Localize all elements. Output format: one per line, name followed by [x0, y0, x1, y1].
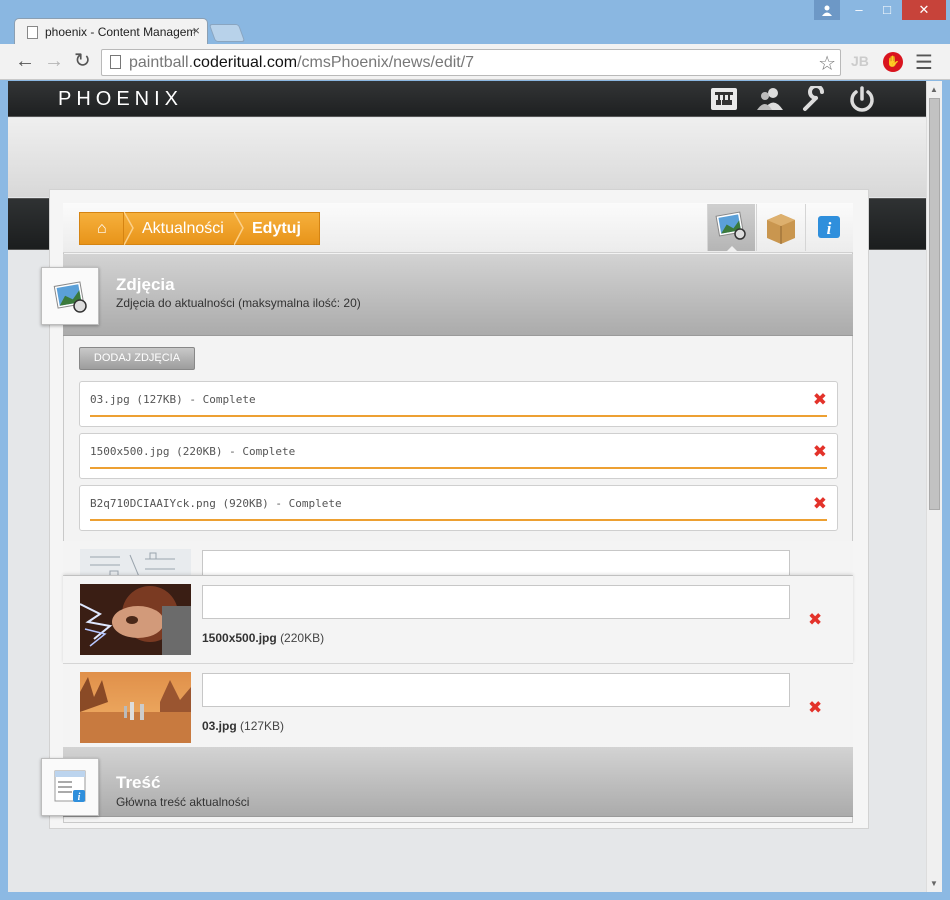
photos-section-subtitle: Zdjęcia do aktualności (maksymalna ilość…	[116, 296, 361, 310]
forward-arrow-icon[interactable]: →	[44, 51, 64, 71]
delete-photo-icon[interactable]: ✖	[808, 611, 822, 628]
scroll-up-arrow-icon[interactable]: ▲	[930, 85, 938, 94]
remove-upload-icon[interactable]: ✖	[813, 391, 827, 408]
info-icon: i	[818, 216, 840, 238]
tab-title: phoenix - Content Managem	[45, 25, 195, 39]
photo-file-name: 1500x500.jpg	[202, 631, 277, 645]
power-icon[interactable]	[848, 86, 876, 112]
gallery-item: 03.jpg (127KB) ✖	[63, 664, 853, 752]
photo-caption-input[interactable]	[202, 550, 790, 575]
upload-item: B2q710DCIAAIYck.png (920KB) - Complete ✖	[79, 485, 838, 531]
url-scheme: paintball.	[129, 54, 194, 71]
upload-item: 03.jpg (127KB) - Complete ✖	[79, 381, 838, 427]
breadcrumb-item-edit[interactable]: Edytuj	[234, 212, 320, 245]
upload-status: 03.jpg (127KB) - Complete	[90, 393, 256, 406]
reload-icon[interactable]: ↻	[74, 51, 91, 71]
top-navbar: PHOENIX	[8, 81, 926, 117]
user-profile-icon[interactable]	[814, 0, 840, 20]
page-icon	[110, 55, 121, 69]
breadcrumb-separator	[234, 212, 244, 245]
browser-tab[interactable]: phoenix - Content Managem ×	[14, 18, 208, 45]
photos-section-title: Zdjęcia	[116, 275, 175, 294]
scrollbar-thumb[interactable]	[929, 98, 940, 510]
window-frame	[0, 892, 950, 900]
back-arrow-icon[interactable]: ←	[15, 51, 35, 71]
content-section-subtitle: Główna treść aktualności	[116, 795, 250, 809]
minimize-button[interactable]: ‒	[845, 0, 873, 20]
remove-upload-icon[interactable]: ✖	[813, 443, 827, 460]
delete-photo-icon[interactable]: ✖	[808, 699, 822, 716]
maximize-button[interactable]: □	[873, 0, 901, 20]
tab-close-icon[interactable]: ×	[192, 23, 200, 38]
breadcrumb-home[interactable]: ⌂	[79, 212, 124, 245]
address-bar[interactable]: paintball.coderitual.com/cmsPhoenix/news…	[101, 49, 841, 76]
gallery-item-dragging[interactable]	[63, 541, 853, 576]
photo-file-name: 03.jpg	[202, 719, 237, 733]
scroll-down-arrow-icon[interactable]: ▼	[930, 879, 938, 888]
svg-text:i: i	[78, 792, 81, 803]
sitemap-icon[interactable]	[710, 86, 738, 112]
jb-extension-icon[interactable]: JB	[851, 53, 869, 69]
breadcrumb-item-news[interactable]: Aktualności	[124, 212, 234, 245]
active-tab-pointer	[726, 246, 738, 252]
remove-upload-icon[interactable]: ✖	[813, 495, 827, 512]
header-spacer	[8, 118, 926, 197]
adblock-extension-icon[interactable]: ✋	[883, 52, 903, 72]
bookmark-star-icon[interactable]: ☆	[818, 51, 836, 76]
window-titlebar: phoenix - Content Managem × ‒ □ ✕	[0, 0, 950, 45]
close-window-button[interactable]: ✕	[902, 0, 946, 20]
photo-thumbnail[interactable]	[80, 672, 191, 743]
photo-caption-input[interactable]	[202, 673, 790, 707]
add-photos-button[interactable]: DODAJ ZDJĘCIA	[79, 347, 195, 370]
phoenix-logo[interactable]: PHOENIX	[58, 88, 183, 111]
photo-file-label: 03.jpg (127KB)	[202, 719, 284, 733]
svg-text:i: i	[827, 219, 832, 238]
upload-progress-bar	[90, 467, 827, 469]
tab-gallery[interactable]	[707, 204, 755, 251]
tab-attachments[interactable]	[756, 204, 804, 251]
photos-section-header[interactable]	[63, 254, 853, 336]
content-section-title: Treść	[116, 773, 161, 792]
photo-caption-input[interactable]	[202, 585, 790, 619]
breadcrumb-separator	[124, 212, 134, 245]
browser-toolbar: ← → ↻ paintball.coderitual.com/cmsPhoeni…	[0, 44, 950, 80]
gallery-tab-icon	[715, 211, 746, 240]
upload-progress-bar	[90, 519, 827, 521]
url-path: /cmsPhoenix/news/edit/7	[297, 54, 475, 71]
gallery-item: 1500x500.jpg (220KB) ✖	[63, 576, 853, 664]
photos-section-icon	[41, 267, 99, 325]
upload-status: B2q710DCIAAIYck.png (920KB) - Complete	[90, 497, 342, 510]
url-host: coderitual.com	[193, 54, 298, 71]
photo-file-label: 1500x500.jpg (220KB)	[202, 631, 324, 645]
box-icon	[767, 214, 795, 244]
photo-thumbnail	[80, 549, 191, 575]
content-section-icon: i	[41, 758, 99, 816]
browser-menu-icon[interactable]: ☰	[915, 50, 933, 75]
upload-progress-bar	[90, 415, 827, 417]
gallery-icon	[53, 281, 87, 313]
document-info-icon: i	[54, 770, 86, 803]
home-small-icon: ⌂	[97, 220, 107, 237]
photo-file-size: (127KB)	[240, 719, 285, 733]
page-favicon-icon	[27, 26, 38, 39]
url-text[interactable]: paintball.coderitual.com/cmsPhoenix/news…	[129, 54, 474, 72]
tab-info[interactable]: i	[805, 204, 853, 251]
users-icon[interactable]	[756, 86, 784, 112]
upload-item: 1500x500.jpg (220KB) - Complete ✖	[79, 433, 838, 479]
wrench-icon[interactable]	[801, 84, 829, 112]
upload-status: 1500x500.jpg (220KB) - Complete	[90, 445, 296, 458]
photo-file-size: (220KB)	[280, 631, 325, 645]
photo-thumbnail[interactable]	[80, 584, 191, 655]
page-scrollbar[interactable]: ▲ ▼	[926, 81, 942, 892]
new-tab-button[interactable]	[208, 24, 246, 42]
